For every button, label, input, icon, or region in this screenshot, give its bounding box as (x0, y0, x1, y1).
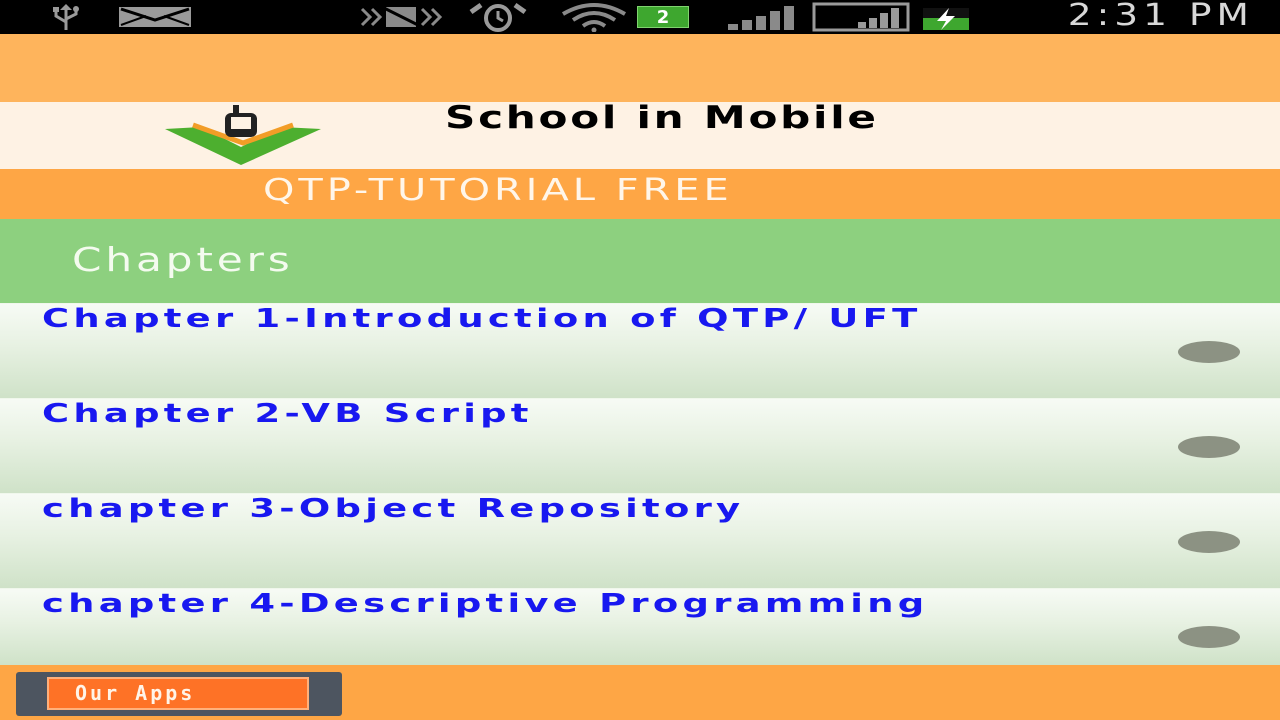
chapter-item-4[interactable]: chapter 4-Descriptive Programming (0, 588, 1280, 665)
mobile-book-logo-icon (163, 103, 323, 167)
vibrate-silent-icon (358, 0, 444, 34)
chapter-list: Chapter 1-Introduction of QTP/ UFT Chapt… (0, 303, 1280, 665)
chapter-indicator-icon (1178, 531, 1240, 553)
signal-strength-box-icon (812, 0, 910, 34)
chapter-title: chapter 4-Descriptive Programming (42, 589, 929, 619)
chapter-item-1[interactable]: Chapter 1-Introduction of QTP/ UFT (0, 303, 1280, 398)
status-time: 2:31 PM (1067, 0, 1254, 33)
chapter-indicator-icon (1178, 341, 1240, 363)
chapter-indicator-icon (1178, 626, 1240, 648)
app-title: School in Mobile (445, 100, 879, 136)
email-icon (118, 0, 192, 34)
chapter-title: Chapter 1-Introduction of QTP/ UFT (42, 304, 922, 334)
alarm-icon (464, 0, 532, 34)
chapter-item-3[interactable]: chapter 3-Object Repository (0, 493, 1280, 588)
notification-count-badge: 2 (637, 6, 689, 28)
chapter-item-2[interactable]: Chapter 2-VB Script (0, 398, 1280, 493)
wifi-icon (558, 0, 630, 34)
status-bar: 2 2:31 PM (0, 0, 1280, 34)
usb-icon (44, 0, 88, 34)
chapter-indicator-icon (1178, 436, 1240, 458)
signal-icon (724, 0, 804, 34)
section-title: Chapters (72, 240, 294, 279)
chapter-title: chapter 3-Object Repository (42, 494, 745, 524)
our-apps-button[interactable]: Our Apps (47, 677, 309, 710)
chapter-title: Chapter 2-VB Script (42, 399, 533, 429)
top-banner (0, 34, 1280, 102)
page-subtitle: QTP-TUTORIAL FREE (263, 173, 733, 208)
battery-charging-icon (920, 0, 972, 34)
